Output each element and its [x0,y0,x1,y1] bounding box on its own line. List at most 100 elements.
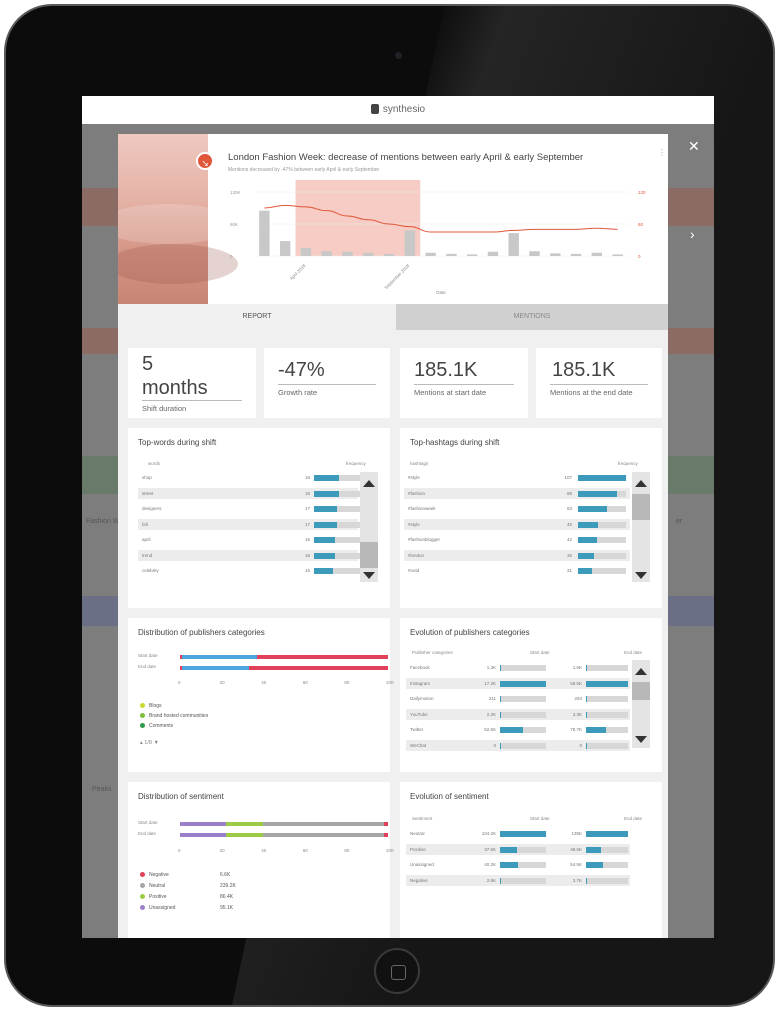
list-item[interactable]: Positive 37.5K 48.5K [406,843,630,855]
top-bar: synthesio [82,96,714,124]
kebab-icon[interactable]: ⋮ [658,148,666,157]
chart-bar [404,230,416,256]
chart-bar [342,251,353,256]
end-bar [586,846,602,853]
chart-bar [425,252,436,256]
card-title: Top-hashtags during shift [410,438,500,447]
list-item[interactable]: Neutral 104.2K 135K [406,828,630,839]
list-item[interactable]: Dailymotion 211 294 [406,693,630,704]
scroll-up-icon[interactable] [635,480,647,487]
scrollbar[interactable] [632,660,650,748]
chevron-up-icon[interactable]: ▴ [140,740,143,746]
end-value: 54.5K [570,862,582,867]
item-label: Unassigned [410,862,434,867]
list-item[interactable]: april 16 [138,534,360,545]
list-item[interactable]: #fashionweek 63 [404,503,630,514]
list-item[interactable]: #ootd 31 [404,565,630,576]
home-button[interactable] [374,948,420,994]
scroll-thumb[interactable] [360,542,378,568]
legend-pager[interactable]: ▴ 1/8 ▼ [140,740,159,746]
list-item[interactable]: Twitter 62.5K 78.7K [406,724,630,735]
list-item[interactable]: fall 17 [138,518,360,530]
start-value: 104.2K [481,831,496,836]
list-item[interactable]: #fashion 88 [404,487,630,499]
frequency-bar [314,568,334,574]
list-item[interactable]: street 18 [138,487,360,499]
legend-item[interactable]: Unassigned [140,905,175,911]
frequency-bar [314,537,335,543]
start-value: 62.5K [484,727,496,732]
legend-item[interactable]: Negative [140,872,169,878]
card-title: Distribution of publishers categories [138,628,265,637]
tab-mentions[interactable]: MENTIONS [396,304,668,330]
scroll-down-icon[interactable] [363,572,375,579]
scrollbar[interactable] [632,472,650,582]
item-value: 15 [304,568,310,573]
x-tick-label: 60 [302,680,308,685]
start-bar-track [500,665,546,671]
chevron-down-icon[interactable]: ▼ [153,740,158,746]
card-title: Distribution of sentiment [138,792,224,801]
start-bar [500,846,518,853]
scroll-up-icon[interactable] [363,480,375,487]
background-card-title: er [676,518,683,525]
kpi-value: 185.1K [414,359,478,381]
scrollbar[interactable] [360,472,378,582]
frequency-bar [314,506,337,512]
list-item[interactable]: shop 18 [138,472,360,483]
legend-item[interactable]: Neutral [140,883,165,889]
chart-bar [300,248,312,256]
chevron-right-icon[interactable]: › [690,226,695,242]
close-icon[interactable]: ✕ [688,138,700,155]
list-item[interactable]: designers 17 [138,503,360,514]
item-value: 63 [566,506,572,511]
publisher-distribution-card: Distribution of publishers categories St… [128,618,394,772]
list-item[interactable]: WeChat 0 0 [406,739,630,751]
card-title: Top-words during shift [138,438,217,447]
scroll-thumb[interactable] [632,682,650,700]
item-label: YouTube [410,711,428,717]
end-bar [586,711,587,718]
legend-item[interactable]: Comments [140,723,173,729]
legend-item[interactable]: Brand hosted communities [140,713,208,719]
start-bar [500,711,501,718]
legend-label: Neutral [149,883,166,889]
list-item[interactable]: Facebook 1.3K 1.6K [406,662,630,673]
legend-label: Blogs [149,703,162,709]
item-value: 107 [564,475,572,480]
tab-report[interactable]: REPORT [118,304,396,330]
list-item[interactable]: YouTube 2.2K 3.3K [406,708,630,720]
item-label: Negative [410,877,428,883]
scroll-down-icon[interactable] [635,572,647,579]
item-label: Dailymotion [410,696,434,701]
end-value: 0 [579,742,582,748]
chart-bar [466,254,478,256]
segment-blue [182,666,249,670]
item-value: 18 [304,475,310,480]
segment-positive [225,833,264,837]
legend-value: 86.4K [220,894,234,900]
scroll-up-icon[interactable] [635,668,647,675]
x-tick-label: 0 [178,680,181,685]
frequency-bar [314,521,337,528]
kpi-divider [142,400,242,401]
list-item[interactable]: Instagram 17.2K 58.5K [406,677,630,689]
list-item[interactable]: #london 36 [404,549,630,561]
scroll-down-icon[interactable] [635,736,647,743]
kpi-value: 5 [142,353,154,375]
item-label: street [142,490,154,496]
list-item[interactable]: Unassigned 40.2K 54.5K [406,859,630,870]
column-header: Start date [530,650,550,655]
list-item[interactable]: Negative 2.8K 3.7K [406,874,630,886]
legend-item[interactable]: Positive [140,894,167,900]
legend-swatch [140,894,145,900]
scroll-thumb[interactable] [632,494,650,520]
list-item[interactable]: #style 45 [404,518,630,530]
frequency-bar [314,552,335,559]
list-item[interactable]: #style 107 [404,472,630,483]
list-item[interactable]: #fashionblogger 42 [404,534,630,545]
list-item[interactable]: celebrity 15 [138,565,360,576]
item-value: 16 [304,537,310,542]
list-item[interactable]: trend 16 [138,549,360,561]
legend-item[interactable]: Blogs [140,703,162,709]
